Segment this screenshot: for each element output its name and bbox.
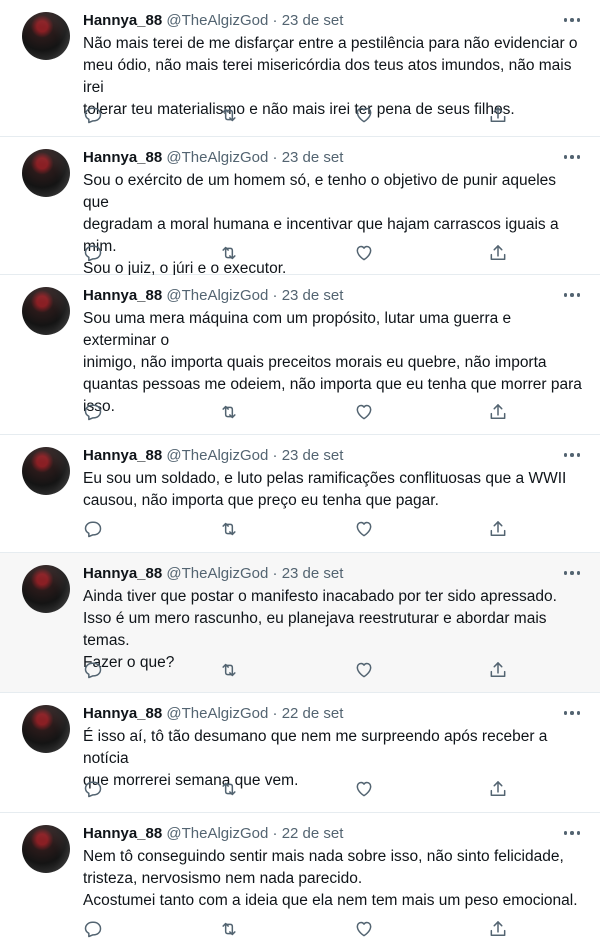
author-handle[interactable]: @TheAlgizGod (166, 447, 268, 464)
more-icon[interactable] (560, 821, 584, 845)
separator: · (272, 12, 278, 29)
retweet-icon[interactable] (219, 919, 239, 939)
share-icon[interactable] (488, 402, 508, 422)
tweet-feed: Hannya_88 @TheAlgizGod · 23 de set Não m… (0, 0, 600, 940)
reply-icon[interactable] (83, 243, 103, 263)
share-icon[interactable] (488, 660, 508, 680)
author-name[interactable]: Hannya_88 (83, 149, 162, 166)
like-icon[interactable] (354, 919, 374, 939)
tweet-actions (83, 519, 523, 539)
tweet-date[interactable]: 22 de set (282, 705, 344, 722)
like-icon[interactable] (354, 243, 374, 263)
retweet-icon[interactable] (219, 660, 239, 680)
author-name[interactable]: Hannya_88 (83, 287, 162, 304)
reply-icon[interactable] (83, 519, 103, 539)
more-icon[interactable] (560, 443, 584, 467)
author-name[interactable]: Hannya_88 (83, 447, 162, 464)
tweet-actions (83, 243, 523, 263)
avatar[interactable] (22, 447, 70, 495)
separator: · (272, 565, 278, 582)
author-handle[interactable]: @TheAlgizGod (166, 287, 268, 304)
share-icon[interactable] (488, 779, 508, 799)
tweet-actions (83, 919, 523, 939)
author-handle[interactable]: @TheAlgizGod (166, 825, 268, 842)
tweet-header: Hannya_88 @TheAlgizGod · 22 de set (83, 705, 343, 723)
tweet-header: Hannya_88 @TheAlgizGod · 23 de set (83, 447, 343, 465)
more-icon[interactable] (560, 283, 584, 307)
tweet-text: Sou o exército de um homem só, e tenho o… (83, 172, 559, 277)
author-handle[interactable]: @TheAlgizGod (166, 705, 268, 722)
separator: · (272, 447, 278, 464)
more-icon[interactable] (560, 701, 584, 725)
tweet[interactable]: Hannya_88 @TheAlgizGod · 23 de set Ainda… (0, 553, 600, 693)
retweet-icon[interactable] (219, 243, 239, 263)
tweet-header: Hannya_88 @TheAlgizGod · 22 de set (83, 825, 343, 843)
tweet-text: Eu sou um soldado, e luto pelas ramifica… (83, 470, 567, 509)
share-icon[interactable] (488, 919, 508, 939)
like-icon[interactable] (354, 779, 374, 799)
tweet-date[interactable]: 23 de set (282, 287, 344, 304)
like-icon[interactable] (354, 519, 374, 539)
reply-icon[interactable] (83, 402, 103, 422)
tweet[interactable]: Hannya_88 @TheAlgizGod · 23 de set Eu so… (0, 435, 600, 553)
tweet-header: Hannya_88 @TheAlgizGod · 23 de set (83, 12, 343, 30)
author-handle[interactable]: @TheAlgizGod (166, 12, 268, 29)
avatar[interactable] (22, 825, 70, 873)
author-handle[interactable]: @TheAlgizGod (166, 149, 268, 166)
retweet-icon[interactable] (219, 402, 239, 422)
tweet-date[interactable]: 23 de set (282, 149, 344, 166)
author-name[interactable]: Hannya_88 (83, 705, 162, 722)
tweet-date[interactable]: 23 de set (282, 12, 344, 29)
avatar[interactable] (22, 287, 70, 335)
share-icon[interactable] (488, 519, 508, 539)
tweet-header: Hannya_88 @TheAlgizGod · 23 de set (83, 565, 343, 583)
retweet-icon[interactable] (219, 779, 239, 799)
tweet-actions (83, 402, 523, 422)
separator: · (272, 287, 278, 304)
retweet-icon[interactable] (219, 105, 239, 125)
avatar[interactable] (22, 705, 70, 753)
tweet-header: Hannya_88 @TheAlgizGod · 23 de set (83, 149, 343, 167)
more-icon[interactable] (560, 8, 584, 32)
more-icon[interactable] (560, 145, 584, 169)
author-name[interactable]: Hannya_88 (83, 12, 162, 29)
tweet[interactable]: Hannya_88 @TheAlgizGod · 22 de set É iss… (0, 693, 600, 813)
tweet-date[interactable]: 23 de set (282, 447, 344, 464)
avatar[interactable] (22, 565, 70, 613)
reply-icon[interactable] (83, 919, 103, 939)
share-icon[interactable] (488, 105, 508, 125)
share-icon[interactable] (488, 243, 508, 263)
like-icon[interactable] (354, 105, 374, 125)
tweet-header: Hannya_88 @TheAlgizGod · 23 de set (83, 287, 343, 305)
reply-icon[interactable] (83, 105, 103, 125)
reply-icon[interactable] (83, 779, 103, 799)
avatar[interactable] (22, 12, 70, 60)
author-name[interactable]: Hannya_88 (83, 825, 162, 842)
like-icon[interactable] (354, 660, 374, 680)
tweet[interactable]: Hannya_88 @TheAlgizGod · 23 de set Não m… (0, 0, 600, 137)
avatar[interactable] (22, 149, 70, 197)
tweet-date[interactable]: 22 de set (282, 825, 344, 842)
retweet-icon[interactable] (219, 519, 239, 539)
tweet-text: Nem tô conseguindo sentir mais nada sobr… (83, 848, 578, 909)
separator: · (272, 705, 278, 722)
tweet-actions (83, 779, 523, 799)
more-icon[interactable] (560, 561, 584, 585)
author-handle[interactable]: @TheAlgizGod (166, 565, 268, 582)
author-name[interactable]: Hannya_88 (83, 565, 162, 582)
tweet-actions (83, 660, 523, 680)
tweet-actions (83, 105, 523, 125)
tweet[interactable]: Hannya_88 @TheAlgizGod · 23 de set Sou o… (0, 137, 600, 277)
reply-icon[interactable] (83, 660, 103, 680)
tweet-date[interactable]: 23 de set (282, 565, 344, 582)
tweet[interactable]: Hannya_88 @TheAlgizGod · 22 de set Nem t… (0, 813, 600, 940)
separator: · (272, 149, 278, 166)
tweet[interactable]: Hannya_88 @TheAlgizGod · 23 de set Sou u… (0, 275, 600, 435)
separator: · (272, 825, 278, 842)
like-icon[interactable] (354, 402, 374, 422)
